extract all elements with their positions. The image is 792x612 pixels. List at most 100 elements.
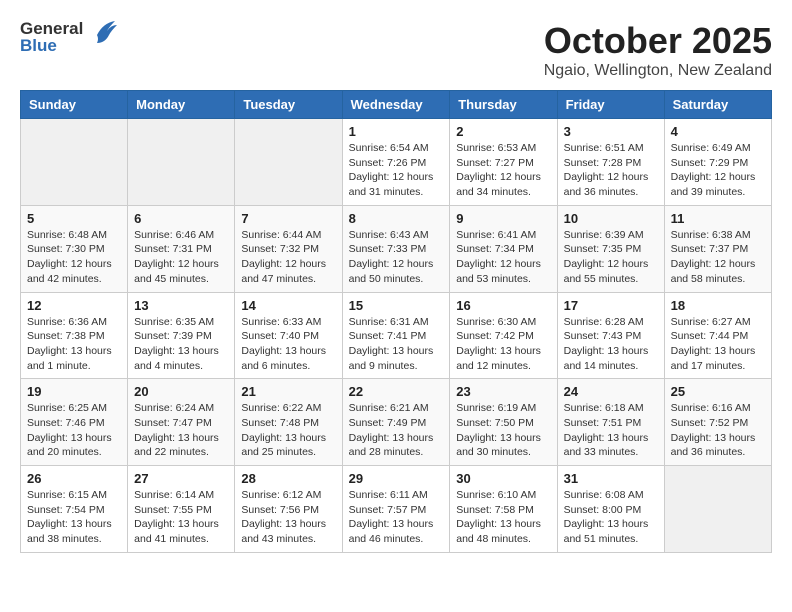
logo-blue: Blue [20,37,83,54]
day-info: Sunrise: 6:48 AM Sunset: 7:30 PM Dayligh… [27,228,121,287]
header-friday: Friday [557,91,664,119]
day-number: 17 [564,298,658,313]
day-info: Sunrise: 6:22 AM Sunset: 7:48 PM Dayligh… [241,401,335,460]
day-info: Sunrise: 6:30 AM Sunset: 7:42 PM Dayligh… [456,315,550,374]
day-number: 15 [349,298,444,313]
day-info: Sunrise: 6:14 AM Sunset: 7:55 PM Dayligh… [134,488,228,547]
table-row: 13Sunrise: 6:35 AM Sunset: 7:39 PM Dayli… [128,292,235,379]
table-row [235,119,342,206]
table-row: 26Sunrise: 6:15 AM Sunset: 7:54 PM Dayli… [21,466,128,553]
table-row: 28 Sunrise: 6:12 AM Sunset: 7:56 PM Dayli… [235,466,342,553]
day-info: Sunrise: 6:28 AM Sunset: 7:43 PM Dayligh… [564,315,658,374]
day-info: Sunrise: 6:31 AM Sunset: 7:41 PM Dayligh… [349,315,444,374]
table-row: 20Sunrise: 6:24 AM Sunset: 7:47 PM Dayli… [128,379,235,466]
calendar-week-row: 1 Sunrise: 6:54 AM Sunset: 7:26 PM Daylig… [21,119,772,206]
table-row: 25Sunrise: 6:16 AM Sunset: 7:52 PM Dayli… [664,379,771,466]
day-number: 23 [456,384,550,399]
table-row: 8 Sunrise: 6:43 AM Sunset: 7:33 PM Daylig… [342,205,450,292]
calendar-week-row: 12Sunrise: 6:36 AM Sunset: 7:38 PM Dayli… [21,292,772,379]
calendar-header-row: Sunday Monday Tuesday Wednesday Thursday… [21,91,772,119]
day-info: Sunrise: 6:49 AM Sunset: 7:29 PM Dayligh… [671,141,765,200]
table-row: 15 Sunrise: 6:31 AM Sunset: 7:41 PM Dayli… [342,292,450,379]
location-title: Ngaio, Wellington, New Zealand [544,62,772,80]
table-row: 3Sunrise: 6:51 AM Sunset: 7:28 PM Daylig… [557,119,664,206]
day-info: Sunrise: 6:16 AM Sunset: 7:52 PM Dayligh… [671,401,765,460]
month-title: October 2025 [544,20,772,62]
day-info: Sunrise: 6:10 AM Sunset: 7:58 PM Dayligh… [456,488,550,547]
table-row [664,466,771,553]
day-number: 6 [134,211,228,226]
day-info: Sunrise: 6:38 AM Sunset: 7:37 PM Dayligh… [671,228,765,287]
table-row: 9 Sunrise: 6:41 AM Sunset: 7:34 PM Daylig… [450,205,557,292]
day-number: 18 [671,298,765,313]
table-row [21,119,128,206]
day-info: Sunrise: 6:12 AM Sunset: 7:56 PM Dayligh… [241,488,335,547]
table-row: 30 Sunrise: 6:10 AM Sunset: 7:58 PM Dayli… [450,466,557,553]
header: General Blue October 2025 Ngaio, Welling… [20,20,772,80]
day-number: 3 [564,124,658,139]
day-info: Sunrise: 6:54 AM Sunset: 7:26 PM Dayligh… [349,141,444,200]
table-row: 11 Sunrise: 6:38 AM Sunset: 7:37 PM Dayli… [664,205,771,292]
day-info: Sunrise: 6:11 AM Sunset: 7:57 PM Dayligh… [349,488,444,547]
table-row: 12Sunrise: 6:36 AM Sunset: 7:38 PM Dayli… [21,292,128,379]
header-sunday: Sunday [21,91,128,119]
logo-general: General [20,20,83,37]
header-wednesday: Wednesday [342,91,450,119]
day-number: 11 [671,211,765,226]
day-number: 22 [349,384,444,399]
calendar-week-row: 26Sunrise: 6:15 AM Sunset: 7:54 PM Dayli… [21,466,772,553]
table-row: 2Sunrise: 6:53 AM Sunset: 7:27 PM Daylig… [450,119,557,206]
logo: General Blue [20,20,121,54]
day-info: Sunrise: 6:43 AM Sunset: 7:33 PM Dayligh… [349,228,444,287]
day-number: 28 [241,471,335,486]
header-monday: Monday [128,91,235,119]
day-number: 1 [349,124,444,139]
day-info: Sunrise: 6:25 AM Sunset: 7:46 PM Dayligh… [27,401,121,460]
day-number: 9 [456,211,550,226]
day-info: Sunrise: 6:08 AM Sunset: 8:00 PM Dayligh… [564,488,658,547]
day-number: 24 [564,384,658,399]
day-number: 4 [671,124,765,139]
table-row: 31 Sunrise: 6:08 AM Sunset: 8:00 PM Dayli… [557,466,664,553]
day-number: 31 [564,471,658,486]
table-row [128,119,235,206]
table-row: 1 Sunrise: 6:54 AM Sunset: 7:26 PM Daylig… [342,119,450,206]
table-row: 23Sunrise: 6:19 AM Sunset: 7:50 PM Dayli… [450,379,557,466]
day-number: 5 [27,211,121,226]
header-thursday: Thursday [450,91,557,119]
day-info: Sunrise: 6:33 AM Sunset: 7:40 PM Dayligh… [241,315,335,374]
calendar-week-row: 19 Sunrise: 6:25 AM Sunset: 7:46 PM Dayli… [21,379,772,466]
table-row: 14Sunrise: 6:33 AM Sunset: 7:40 PM Dayli… [235,292,342,379]
table-row: 19 Sunrise: 6:25 AM Sunset: 7:46 PM Dayli… [21,379,128,466]
day-info: Sunrise: 6:18 AM Sunset: 7:51 PM Dayligh… [564,401,658,460]
table-row: 7 Sunrise: 6:44 AM Sunset: 7:32 PM Daylig… [235,205,342,292]
day-info: Sunrise: 6:15 AM Sunset: 7:54 PM Dayligh… [27,488,121,547]
day-info: Sunrise: 6:35 AM Sunset: 7:39 PM Dayligh… [134,315,228,374]
day-info: Sunrise: 6:41 AM Sunset: 7:34 PM Dayligh… [456,228,550,287]
day-info: Sunrise: 6:39 AM Sunset: 7:35 PM Dayligh… [564,228,658,287]
table-row: 18 Sunrise: 6:27 AM Sunset: 7:44 PM Dayli… [664,292,771,379]
table-row: 17 Sunrise: 6:28 AM Sunset: 7:43 PM Dayli… [557,292,664,379]
day-info: Sunrise: 6:21 AM Sunset: 7:49 PM Dayligh… [349,401,444,460]
day-info: Sunrise: 6:44 AM Sunset: 7:32 PM Dayligh… [241,228,335,287]
calendar: Sunday Monday Tuesday Wednesday Thursday… [20,90,772,553]
day-number: 19 [27,384,121,399]
logo-bird-icon [89,15,121,52]
table-row: 29 Sunrise: 6:11 AM Sunset: 7:57 PM Dayli… [342,466,450,553]
day-number: 29 [349,471,444,486]
day-number: 21 [241,384,335,399]
day-number: 16 [456,298,550,313]
table-row: 10 Sunrise: 6:39 AM Sunset: 7:35 PM Dayli… [557,205,664,292]
day-number: 2 [456,124,550,139]
day-info: Sunrise: 6:27 AM Sunset: 7:44 PM Dayligh… [671,315,765,374]
table-row: 6Sunrise: 6:46 AM Sunset: 7:31 PM Daylig… [128,205,235,292]
day-number: 7 [241,211,335,226]
day-number: 30 [456,471,550,486]
day-number: 8 [349,211,444,226]
table-row: 4 Sunrise: 6:49 AM Sunset: 7:29 PM Daylig… [664,119,771,206]
header-saturday: Saturday [664,91,771,119]
day-number: 10 [564,211,658,226]
table-row: 5 Sunrise: 6:48 AM Sunset: 7:30 PM Daylig… [21,205,128,292]
day-info: Sunrise: 6:24 AM Sunset: 7:47 PM Dayligh… [134,401,228,460]
day-number: 12 [27,298,121,313]
